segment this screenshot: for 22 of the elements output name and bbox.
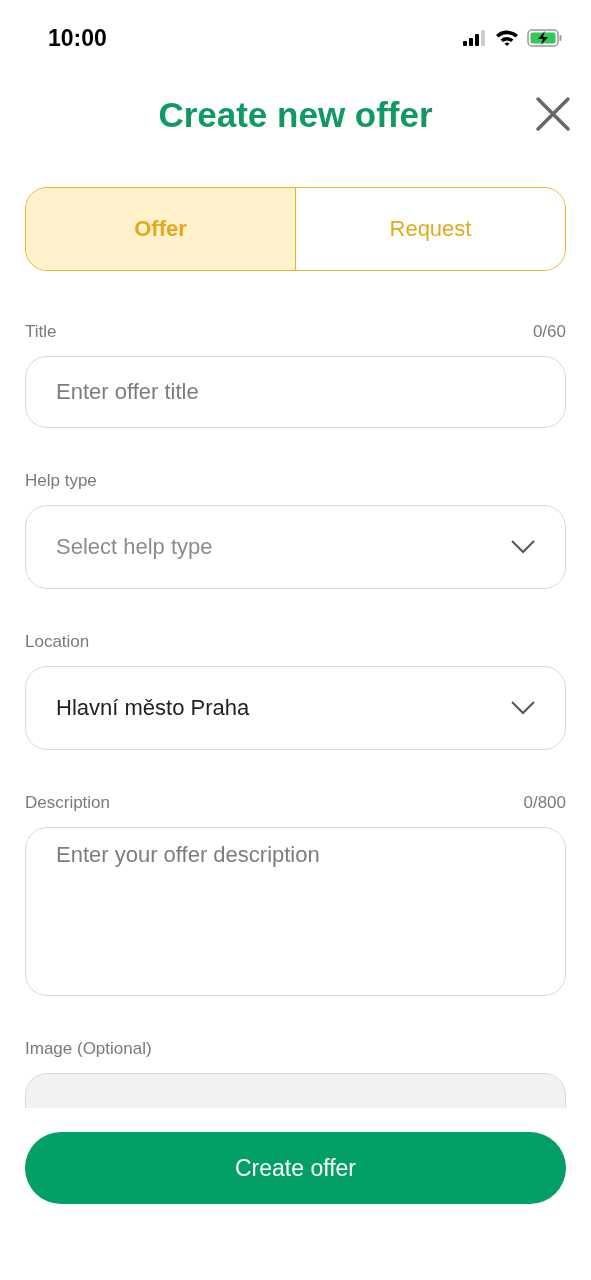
chevron-down-icon xyxy=(511,701,535,715)
field-label: Location xyxy=(25,632,90,652)
segment-tab[interactable]: Offer xyxy=(26,188,295,270)
text-field[interactable]: Enter offer title xyxy=(25,356,566,428)
character-counter: 0/800 xyxy=(523,793,566,813)
signal-icon xyxy=(463,30,487,46)
status-time: 10:00 xyxy=(48,24,107,52)
create-offer-button[interactable]: Create offer xyxy=(25,1132,566,1204)
field-label: Help type xyxy=(25,471,97,491)
select-field[interactable]: Hlavní město Praha xyxy=(25,666,566,750)
page-title: Create new offer xyxy=(158,95,433,135)
segment-tab[interactable]: Request xyxy=(295,188,565,270)
wifi-icon xyxy=(495,29,519,47)
chevron-down-icon xyxy=(511,540,535,554)
field-label: Image (Optional) xyxy=(25,1039,152,1059)
field-label: Title xyxy=(25,322,57,342)
field-label: Description xyxy=(25,793,111,813)
select-field[interactable]: Select help type xyxy=(25,505,566,589)
textarea-field[interactable]: Enter your offer description xyxy=(25,827,566,996)
character-counter: 0/60 xyxy=(532,322,566,342)
battery-charging-icon xyxy=(527,29,563,47)
close-button[interactable] xyxy=(535,96,571,132)
